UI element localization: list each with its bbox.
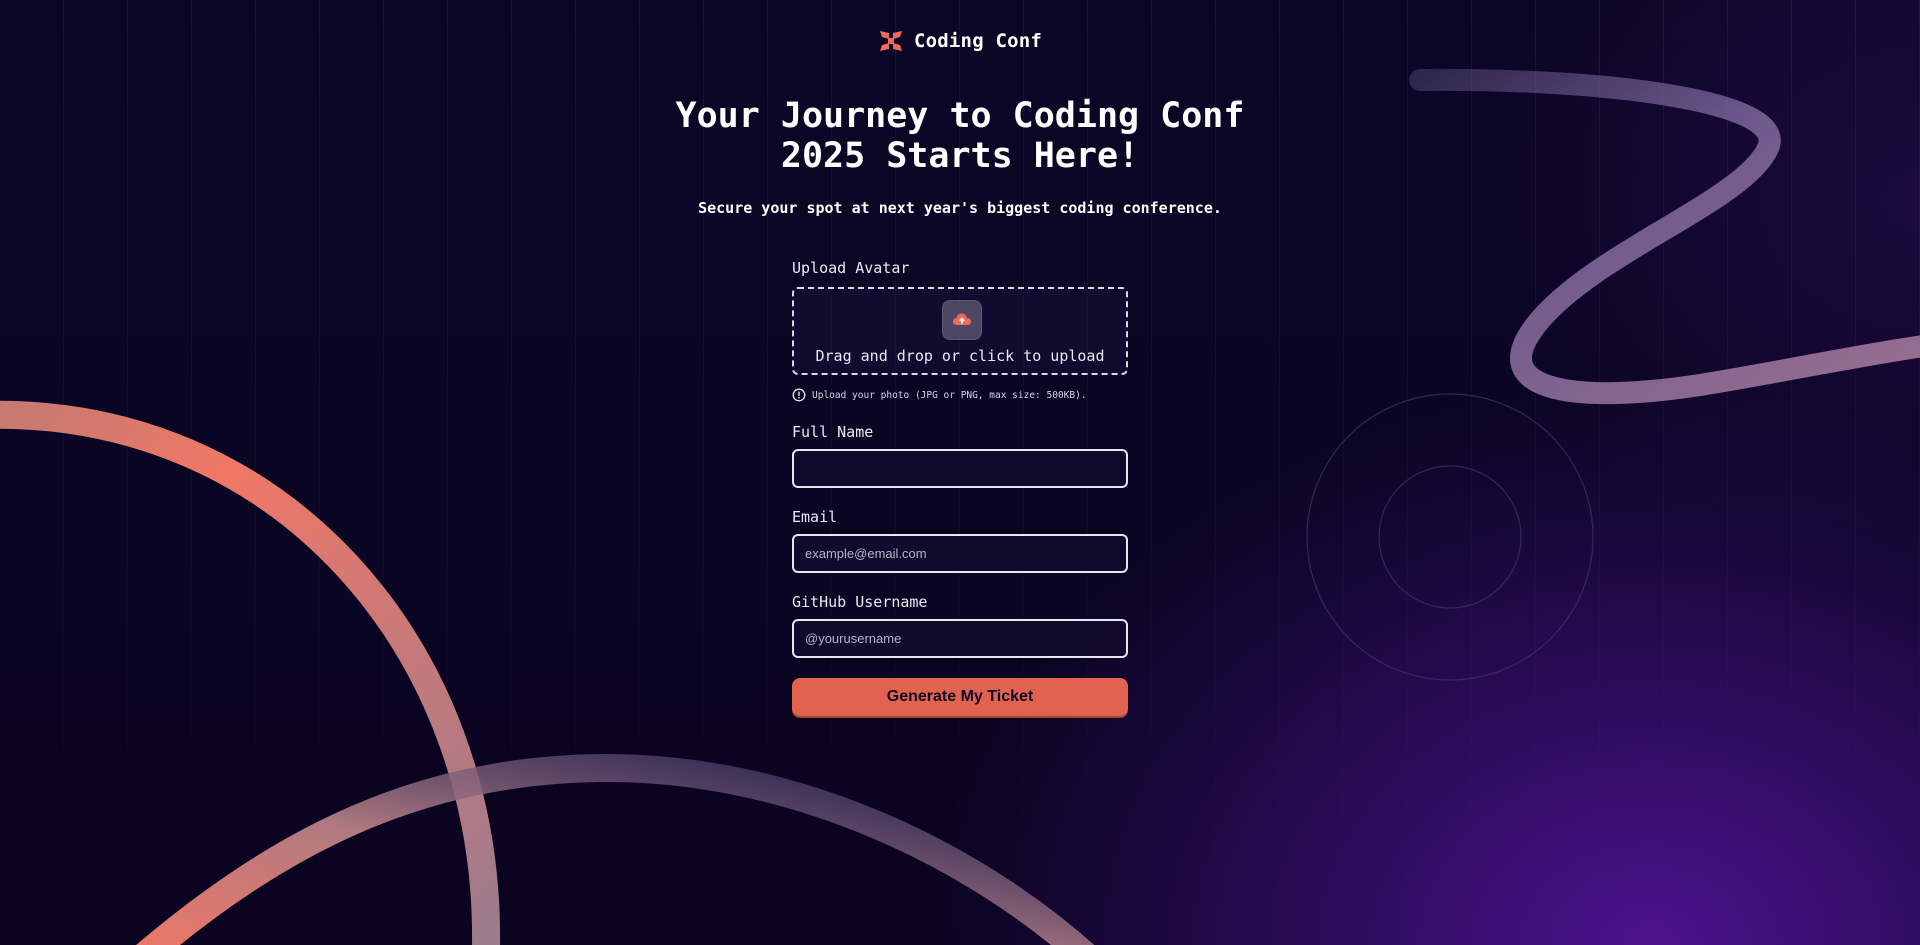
page-title-line-2: 2025 Starts Here! xyxy=(780,136,1140,176)
upload-icon-container xyxy=(942,300,982,340)
page-title-line-1: Your Journey to Coding Conf xyxy=(675,96,1245,136)
avatar-hint-text: Upload your photo (JPG or PNG, max size:… xyxy=(812,389,1087,401)
github-username-input[interactable] xyxy=(792,619,1128,658)
coding-conf-logo-icon xyxy=(880,31,902,51)
decor-circle-inner xyxy=(1378,465,1522,609)
brand-header: Coding Conf xyxy=(878,26,1042,56)
page-title: Your Journey to Coding Conf 2025 Starts … xyxy=(560,96,1360,176)
full-name-label: Full Name xyxy=(792,423,874,441)
info-icon xyxy=(792,388,806,402)
email-label: Email xyxy=(792,508,838,526)
page-subtitle: Secure your spot at next year's biggest … xyxy=(698,199,1222,217)
brand-name: Coding Conf xyxy=(914,30,1043,52)
avatar-dropzone[interactable]: Drag and drop or click to upload xyxy=(792,287,1128,375)
upload-avatar-label: Upload Avatar xyxy=(792,259,910,277)
cloud-upload-icon xyxy=(953,313,971,325)
email-input[interactable] xyxy=(792,534,1128,573)
decor-squiggle xyxy=(1409,68,1920,405)
avatar-hint: Upload your photo (JPG or PNG, max size:… xyxy=(792,388,1087,402)
github-username-label: GitHub Username xyxy=(792,593,928,611)
generate-ticket-button[interactable]: Generate My Ticket xyxy=(792,678,1128,716)
decor-circle-outer xyxy=(1306,393,1594,681)
dropzone-text: Drag and drop or click to upload xyxy=(815,347,1105,365)
decor-arc-bottom xyxy=(136,753,1095,945)
full-name-input[interactable] xyxy=(792,449,1128,488)
ticket-form: Upload Avatar Drag and drop or click to … xyxy=(792,258,1128,716)
